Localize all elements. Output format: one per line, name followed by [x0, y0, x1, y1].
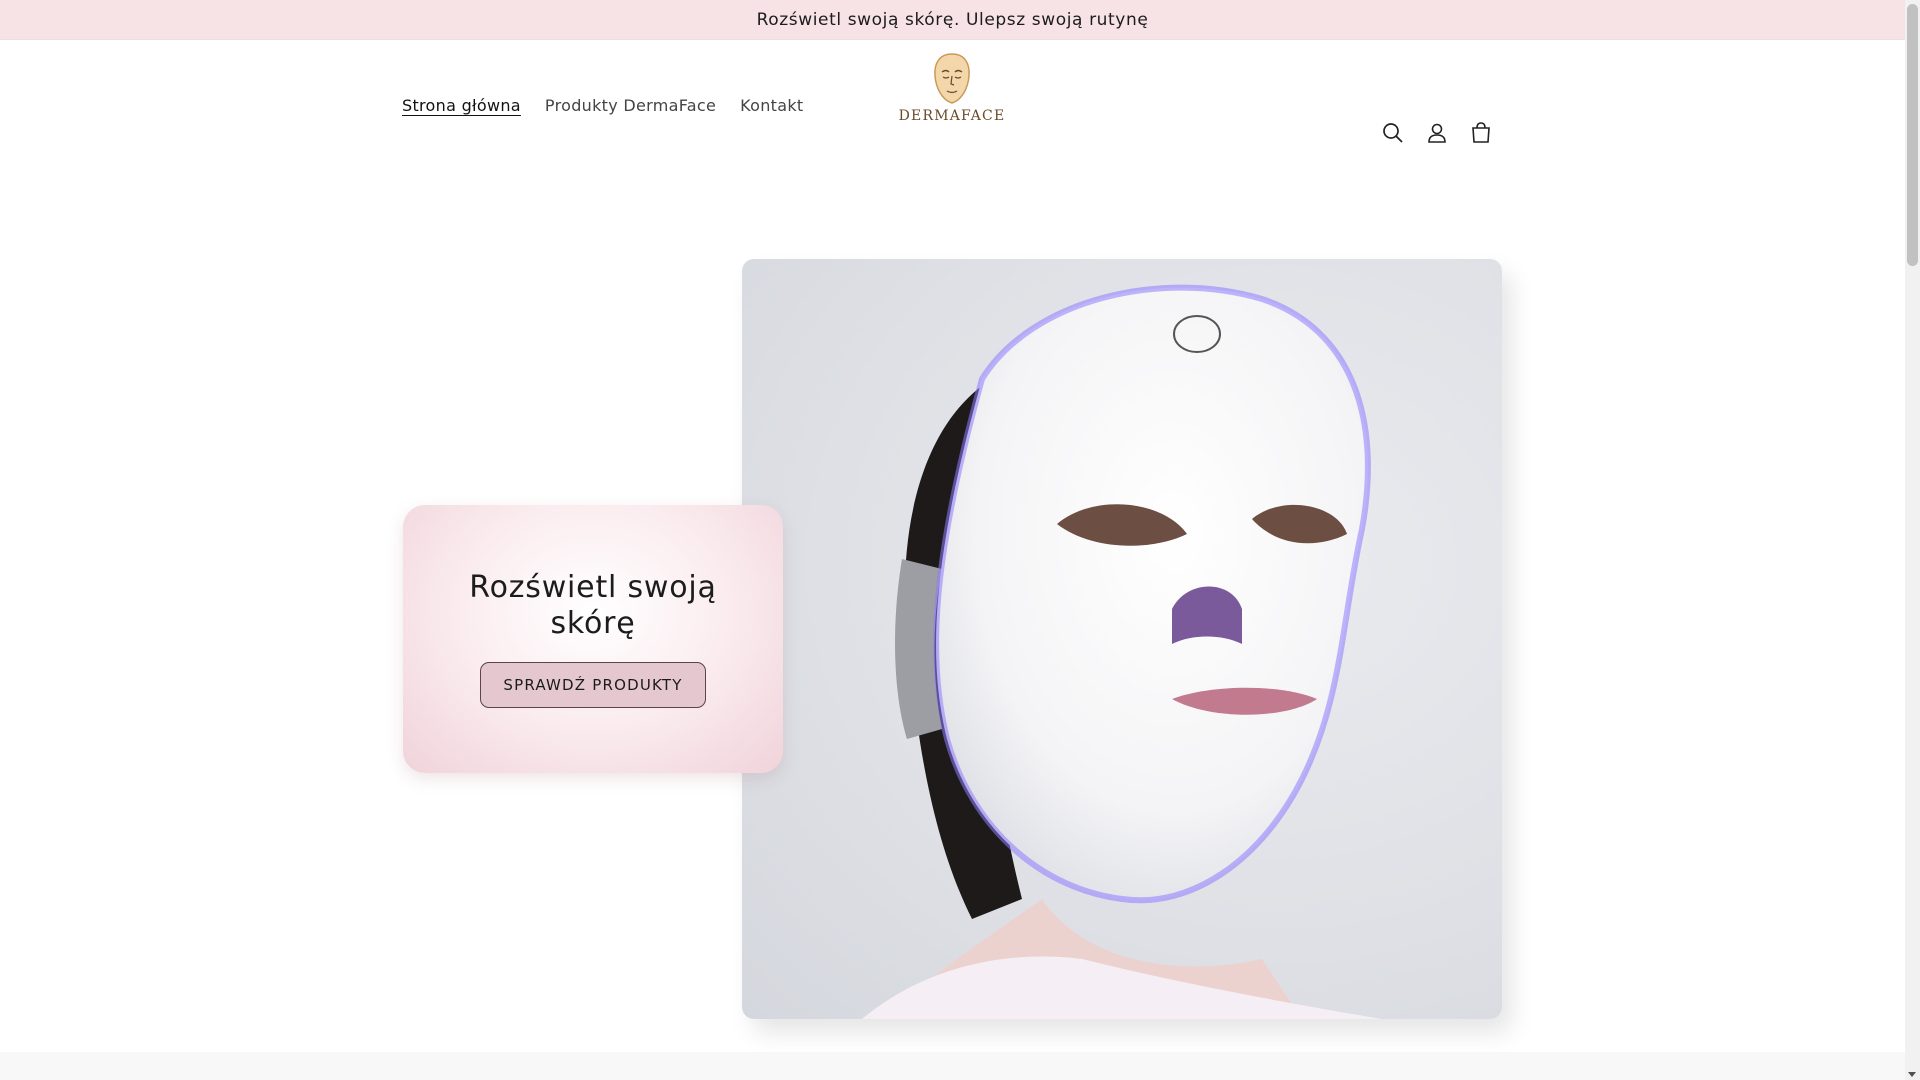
page-scrollbar[interactable]: [1905, 0, 1920, 1080]
hero-heading: Rozświetl swoją skórę: [469, 570, 717, 641]
next-section-strip: [0, 1052, 1905, 1080]
check-products-button[interactable]: SPRAWDŹ PRODUKTY: [480, 662, 706, 708]
main-nav: Strona główna Produkty DermaFace Kontakt: [402, 88, 815, 123]
hero-image: [742, 259, 1502, 1019]
announcement-bar: Rozświetl swoją skórę. Ulepsz swoją ruty…: [0, 0, 1905, 40]
brand-logo[interactable]: DERMAFACE: [898, 52, 1006, 148]
header-icons: [1378, 118, 1496, 148]
account-icon[interactable]: [1422, 118, 1452, 148]
nav-link-products[interactable]: Produkty DermaFace: [533, 88, 728, 123]
scroll-down-arrow-icon[interactable]: [1908, 1072, 1916, 1077]
nav-link-contact[interactable]: Kontakt: [728, 88, 815, 123]
announcement-text: Rozświetl swoją skórę. Ulepsz swoją ruty…: [756, 9, 1149, 30]
logo-wordmark: DERMAFACE: [898, 108, 1006, 124]
scrollbar-thumb[interactable]: [1907, 4, 1918, 266]
face-logo-icon: [934, 53, 970, 104]
led-mask-illustration: [862, 284, 1382, 1019]
search-icon[interactable]: [1378, 118, 1408, 148]
cart-icon[interactable]: [1466, 118, 1496, 148]
hero-card: Rozświetl swoją skórę SPRAWDŹ PRODUKTY: [403, 505, 783, 773]
nav-link-home[interactable]: Strona główna: [402, 88, 533, 123]
